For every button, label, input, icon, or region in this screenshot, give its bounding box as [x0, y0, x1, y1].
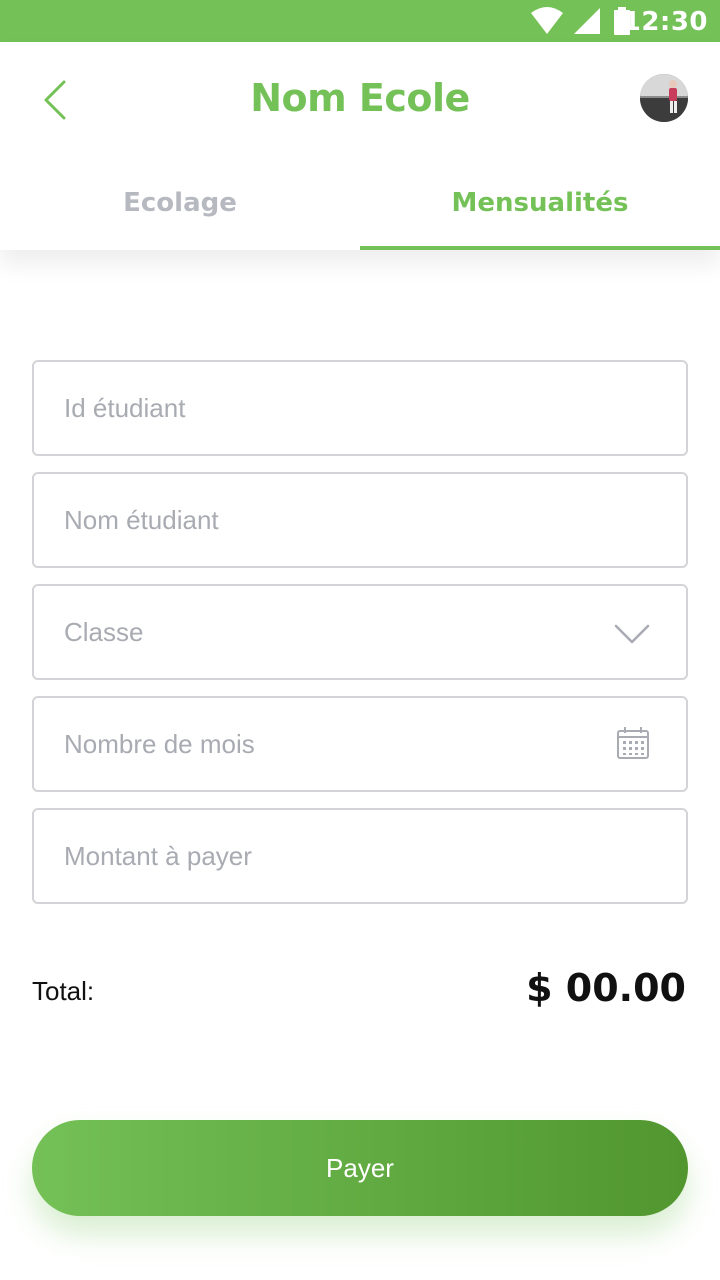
- wifi-icon: [531, 7, 563, 34]
- tab-ecolage[interactable]: Ecolage: [0, 182, 360, 250]
- total-value: $ 00.00: [526, 966, 686, 1010]
- months-count-input[interactable]: [64, 698, 624, 790]
- app-header: Nom Ecole Ecolage Mensualités: [0, 42, 720, 250]
- pay-button[interactable]: Payer: [32, 1120, 688, 1216]
- active-tab-indicator: [360, 246, 720, 250]
- student-id-input[interactable]: [64, 362, 624, 454]
- calendar-icon[interactable]: [616, 726, 650, 760]
- status-time: 12:30: [622, 7, 708, 37]
- student-name-field[interactable]: [32, 472, 688, 568]
- chevron-down-icon[interactable]: [614, 616, 650, 652]
- student-name-input[interactable]: [64, 474, 624, 566]
- class-input[interactable]: [64, 586, 624, 678]
- tab-mensualites[interactable]: Mensualités: [360, 182, 720, 250]
- page-title: Nom Ecole: [250, 76, 470, 120]
- user-photo-icon: [640, 74, 688, 122]
- status-bar: 12:30: [0, 0, 720, 42]
- student-id-field[interactable]: [32, 360, 688, 456]
- class-select[interactable]: [32, 584, 688, 680]
- avatar[interactable]: [640, 74, 688, 122]
- amount-field[interactable]: [32, 808, 688, 904]
- signal-icon: [574, 8, 600, 34]
- total-label: Total:: [32, 976, 95, 1006]
- amount-input[interactable]: [64, 810, 624, 902]
- months-count-field[interactable]: [32, 696, 688, 792]
